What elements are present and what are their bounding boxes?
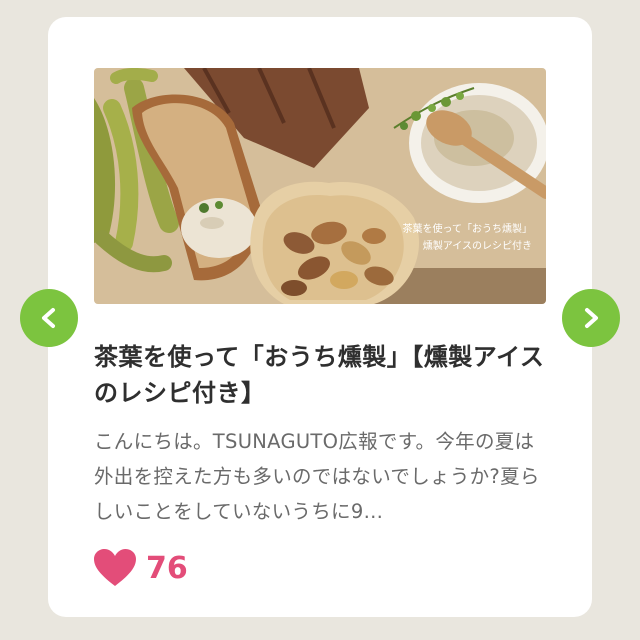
article-card[interactable]: 茶葉を使って「おうち燻製」 燻製アイスのレシピ付き 茶葉を使って「おうち燻製」【… <box>48 17 592 617</box>
article-excerpt: こんにちは。TSUNAGUTO広報です。今年の夏は外出を控えた方も多いのではない… <box>94 430 540 523</box>
like-count: 76 <box>146 550 188 586</box>
image-caption-line1: 茶葉を使って「おうち燻製」 <box>403 222 533 235</box>
carousel-next-button[interactable] <box>562 289 620 347</box>
chevron-left-icon <box>42 308 55 328</box>
chevron-right-icon <box>585 308 598 328</box>
image-caption-line2: 燻製アイスのレシピ付き <box>423 239 532 252</box>
article-title[interactable]: 茶葉を使って「おうち燻製」【燻製アイスのレシピ付き】 <box>94 339 546 411</box>
heart-icon <box>94 549 136 586</box>
article-thumbnail[interactable]: 茶葉を使って「おうち燻製」 燻製アイスのレシピ付き <box>94 68 546 304</box>
like-button[interactable]: 76 <box>92 548 188 588</box>
carousel-prev-button[interactable] <box>20 289 78 347</box>
